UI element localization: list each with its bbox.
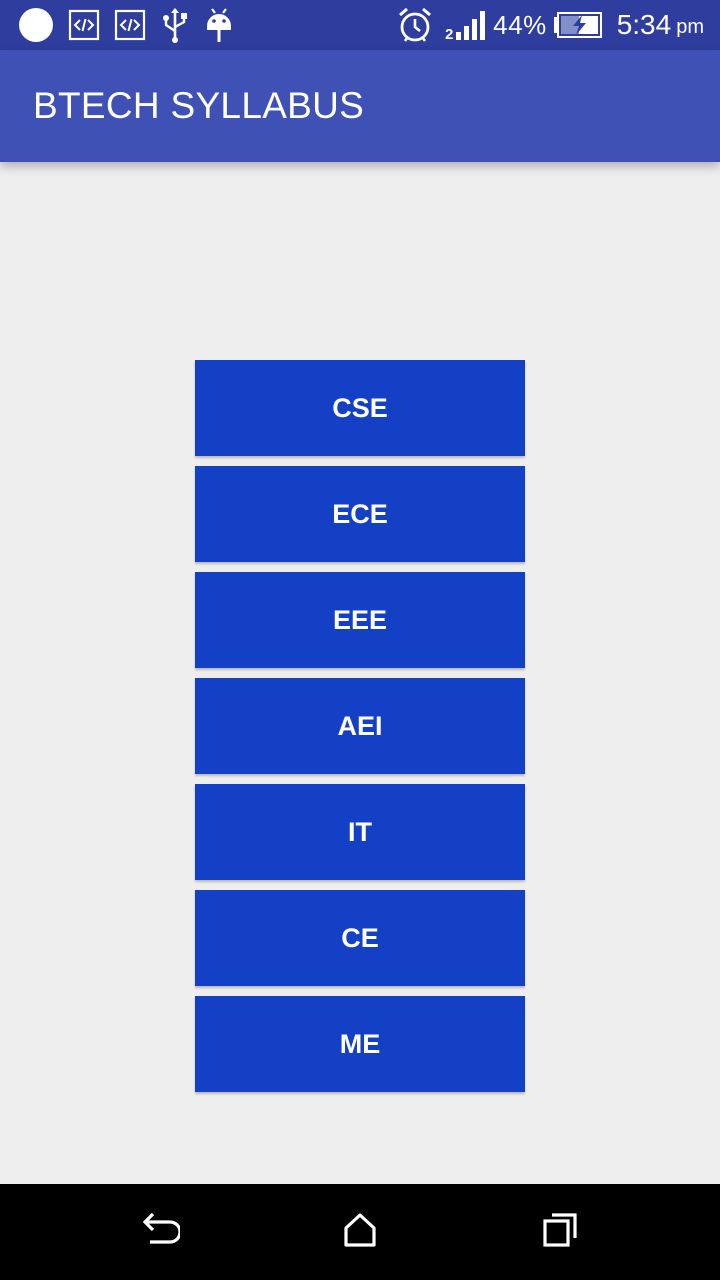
clock-time: 5:34 — [616, 9, 672, 40]
home-icon — [342, 1212, 378, 1253]
usb-icon — [160, 7, 190, 43]
back-icon — [140, 1212, 182, 1253]
recents-button[interactable] — [500, 1184, 620, 1280]
recents-icon — [542, 1212, 578, 1253]
branch-button-ece[interactable]: ECE — [195, 466, 525, 562]
status-bar-system: 2 44% 5:34 pm — [397, 0, 704, 50]
back-button[interactable] — [100, 1184, 220, 1280]
branch-button-it[interactable]: IT — [195, 784, 525, 880]
android-debug-icon — [204, 6, 234, 44]
code-icon — [114, 9, 146, 41]
branch-button-ce[interactable]: CE — [195, 890, 525, 986]
branch-list: CSE ECE EEE AEI IT CE ME — [195, 360, 525, 1102]
alarm-icon — [397, 6, 433, 44]
battery-charging-icon — [553, 11, 603, 39]
navigation-bar — [0, 1184, 720, 1280]
svg-text:2: 2 — [445, 26, 453, 42]
branch-button-aei[interactable]: AEI — [195, 678, 525, 774]
code-icon — [68, 9, 100, 41]
clock-suffix: pm — [676, 15, 704, 38]
status-bar-notifications — [18, 0, 234, 50]
home-button[interactable] — [300, 1184, 420, 1280]
branch-button-eee[interactable]: EEE — [195, 572, 525, 668]
status-bar: 2 44% 5:34 pm — [0, 0, 720, 50]
branch-button-me[interactable]: ME — [195, 996, 525, 1092]
notification-dot-icon — [18, 7, 54, 43]
battery-percent: 44% — [493, 9, 547, 40]
app-bar: BTECH SYLLABUS — [0, 50, 720, 162]
branch-button-cse[interactable]: CSE — [195, 360, 525, 456]
app-title: BTECH SYLLABUS — [33, 85, 365, 126]
signal-icon: 2 — [445, 8, 489, 42]
